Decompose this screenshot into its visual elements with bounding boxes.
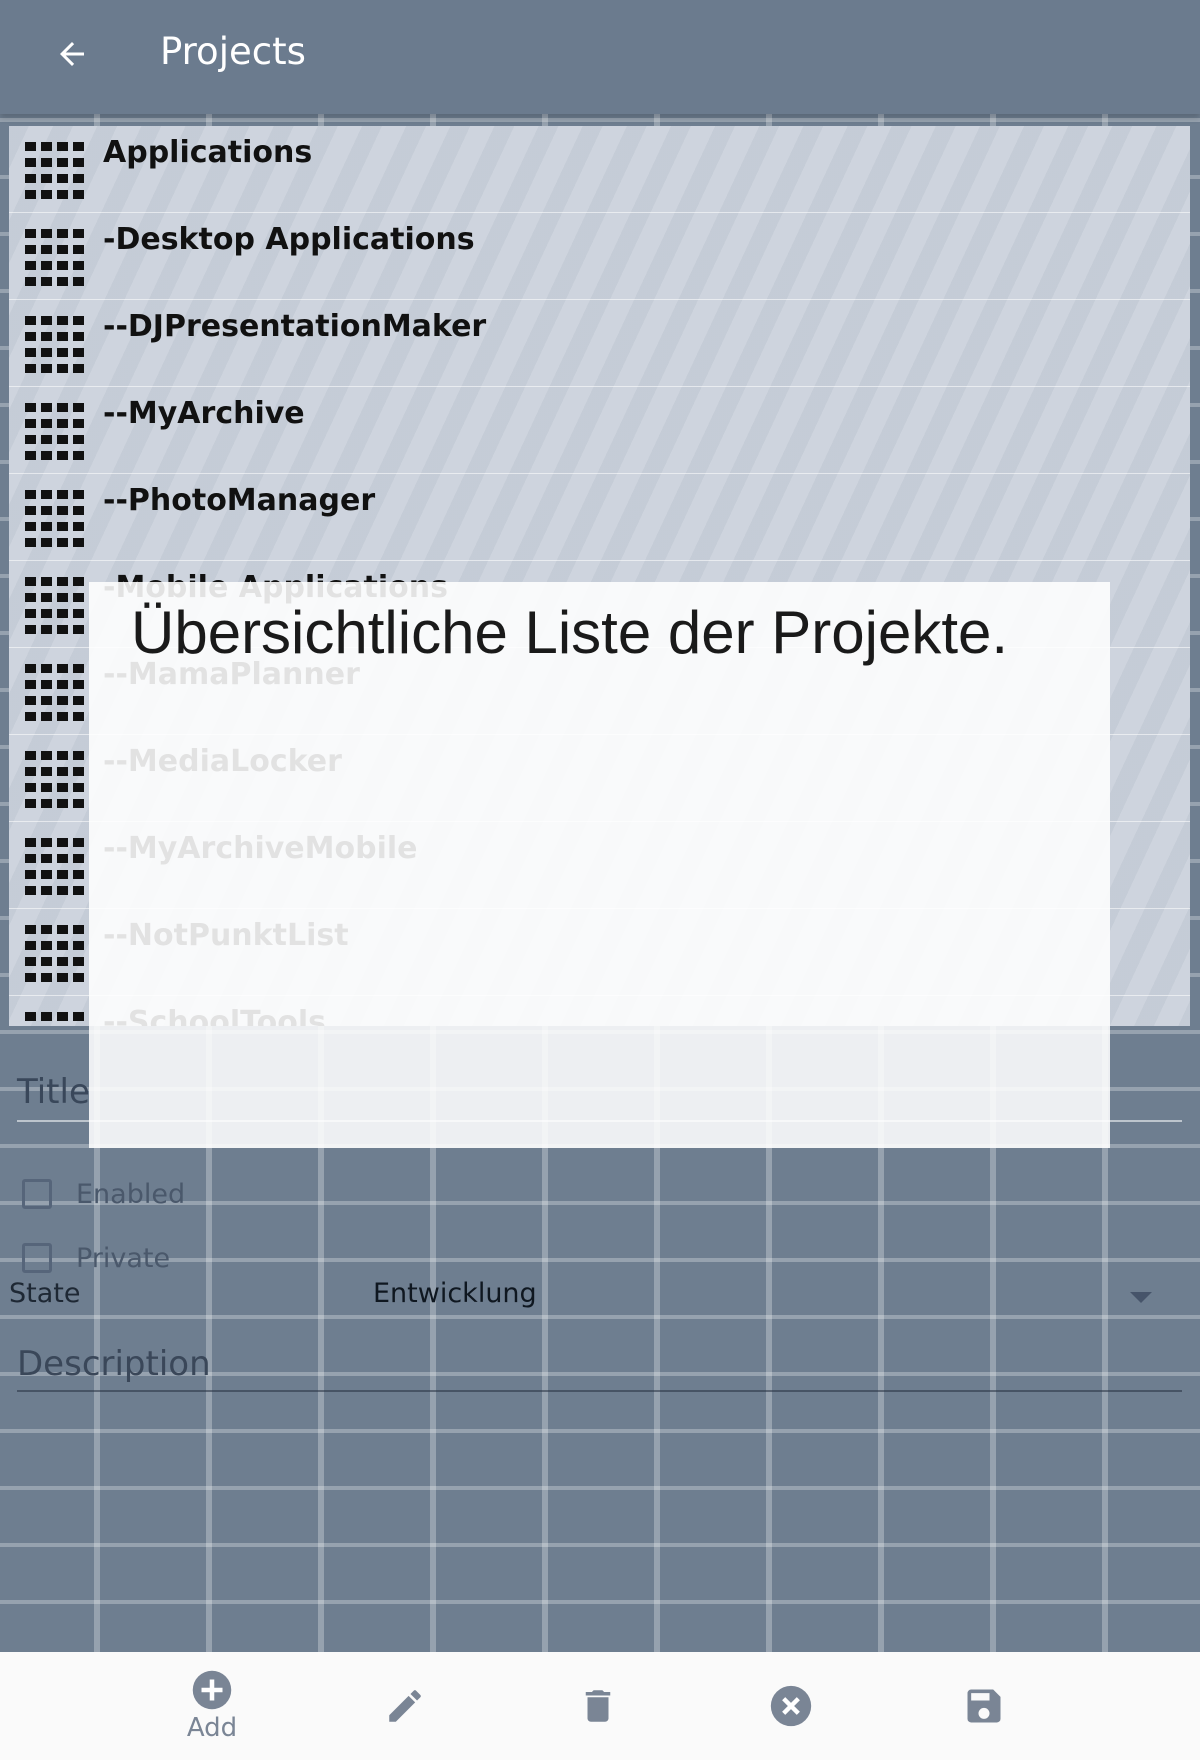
grid-icon xyxy=(25,925,84,982)
save-button[interactable] xyxy=(924,1652,1044,1760)
list-item[interactable]: --PhotoManager xyxy=(9,474,1190,561)
grid-icon xyxy=(25,838,84,895)
description-field-label: Description xyxy=(17,1344,211,1384)
grid-icon xyxy=(25,751,84,808)
list-item[interactable]: Applications xyxy=(9,126,1190,213)
cancel-button[interactable] xyxy=(731,1652,851,1760)
list-item[interactable]: --DJPresentationMaker xyxy=(9,300,1190,387)
add-label: Add xyxy=(186,1713,238,1743)
grid-icon xyxy=(25,229,84,286)
description-field[interactable]: Description xyxy=(17,1340,1182,1392)
list-item-label: --DJPresentationMaker xyxy=(103,309,487,344)
trash-icon xyxy=(585,1690,611,1722)
list-item-label: --PhotoManager xyxy=(103,483,376,518)
overlay-text: Übersichtliche Liste der Projekte. xyxy=(131,599,1009,666)
grid-icon xyxy=(25,664,84,721)
state-label: State xyxy=(9,1278,81,1309)
add-circle-icon xyxy=(192,1670,232,1710)
delete-button[interactable] xyxy=(538,1652,658,1760)
back-button[interactable] xyxy=(44,26,100,82)
list-item[interactable]: -Desktop Applications xyxy=(9,213,1190,300)
bottom-toolbar: Add xyxy=(0,1652,1200,1760)
state-dropdown[interactable]: Entwicklung xyxy=(373,1278,537,1309)
private-checkbox[interactable] xyxy=(22,1243,52,1273)
grid-icon xyxy=(25,142,84,199)
private-checkbox-row[interactable]: Private xyxy=(22,1238,170,1278)
grid-icon xyxy=(25,490,84,547)
list-item-label: Applications xyxy=(103,135,313,170)
grid-icon xyxy=(25,316,84,373)
list-item-label: --MyArchive xyxy=(103,396,305,431)
edit-button[interactable] xyxy=(345,1652,465,1760)
page-title: Projects xyxy=(160,30,306,73)
list-item-label: -Desktop Applications xyxy=(103,222,475,257)
title-field-label: Title xyxy=(17,1072,90,1112)
enabled-checkbox[interactable] xyxy=(22,1179,52,1209)
cancel-circle-icon xyxy=(770,1685,812,1727)
app-bar: Projects xyxy=(0,0,1200,114)
tutorial-overlay[interactable]: Übersichtliche Liste der Projekte. xyxy=(89,582,1110,1148)
enabled-label: Enabled xyxy=(76,1178,186,1210)
state-row: State Entwicklung xyxy=(9,1274,1189,1324)
add-button[interactable]: Add xyxy=(152,1652,272,1760)
pencil-icon xyxy=(389,1690,421,1722)
enabled-checkbox-row[interactable]: Enabled xyxy=(22,1174,185,1214)
list-item[interactable]: --MyArchive xyxy=(9,387,1190,474)
grid-icon xyxy=(25,1012,84,1026)
save-icon xyxy=(967,1689,1001,1723)
private-label: Private xyxy=(76,1242,171,1274)
grid-icon xyxy=(25,577,84,634)
arrow-back-icon xyxy=(60,42,84,66)
grid-icon xyxy=(25,403,84,460)
dropdown-arrow-icon[interactable] xyxy=(1130,1292,1152,1303)
